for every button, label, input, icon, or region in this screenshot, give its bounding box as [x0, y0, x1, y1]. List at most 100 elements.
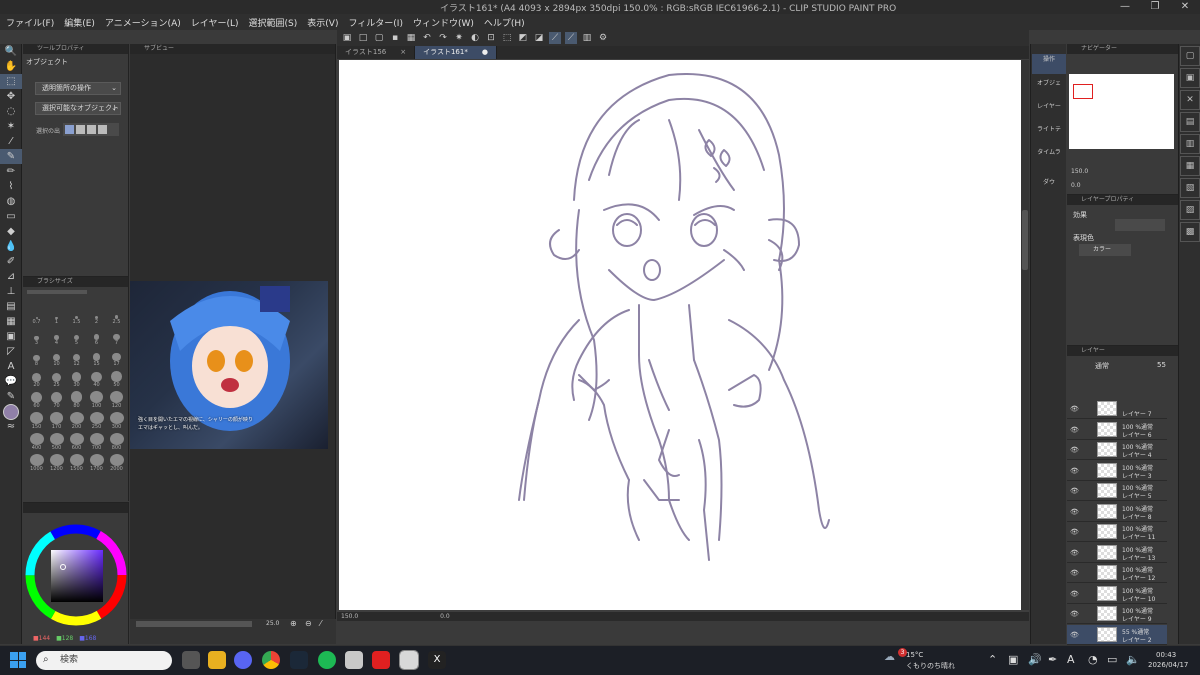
brush-size-option[interactable]: 60: [27, 391, 46, 409]
blend-mode-select[interactable]: 通常: [1095, 361, 1109, 371]
menu-selection[interactable]: 選択範囲(S): [249, 16, 298, 29]
eye-icon[interactable]: 👁: [1070, 528, 1079, 536]
menu-animation[interactable]: アニメーション(A): [105, 16, 181, 29]
minimize-button[interactable]: —: [1110, 0, 1140, 14]
brush-size-slider[interactable]: [27, 290, 87, 294]
deselect-icon[interactable]: ⬚: [501, 32, 513, 44]
brush-size-option[interactable]: 1.5: [67, 307, 86, 325]
effect-buttons[interactable]: [1115, 219, 1165, 231]
pencil-tool-icon[interactable]: ✏: [0, 164, 22, 179]
eye-icon[interactable]: 👁: [1070, 487, 1079, 495]
snap-ruler-icon[interactable]: ⟋: [549, 32, 561, 44]
taskbar-search[interactable]: 検索: [36, 651, 172, 670]
text-tool-icon[interactable]: A: [0, 359, 22, 374]
layer-row[interactable]: 👁 100 %通常 レイヤー 9: [1067, 604, 1167, 624]
layer-row[interactable]: 👁 100 %通常 レイヤー 10: [1067, 584, 1167, 604]
eye-icon[interactable]: 👁: [1070, 549, 1079, 557]
brush-size-option[interactable]: 70: [47, 391, 66, 409]
maximize-button[interactable]: ❐: [1140, 0, 1170, 14]
balloon-tool-icon[interactable]: 💬: [0, 374, 22, 389]
palette-lighttable[interactable]: ライトテ: [1032, 124, 1066, 144]
mode-icon[interactable]: [87, 125, 96, 134]
menu-window[interactable]: ウィンドウ(W): [413, 16, 474, 29]
clip-studio-paint-icon[interactable]: [399, 650, 419, 670]
clock-time[interactable]: 00:43: [1156, 651, 1176, 659]
menu-file[interactable]: ファイル(F): [6, 16, 54, 29]
subview-slider[interactable]: [136, 621, 252, 627]
brush-size-option[interactable]: 1700: [87, 454, 106, 472]
transform-icon[interactable]: ⊡: [485, 32, 497, 44]
eye-icon[interactable]: 👁: [1070, 467, 1079, 475]
ruler-tool-icon[interactable]: ◸: [0, 344, 22, 359]
main-color-swatch-icon[interactable]: [0, 403, 22, 420]
volume-icon[interactable]: 🔈: [1126, 653, 1140, 666]
tray-app-icon[interactable]: ▣: [1008, 653, 1018, 666]
eye-icon[interactable]: 👁: [1070, 590, 1079, 598]
selection-mode-buttons[interactable]: [63, 123, 119, 136]
drawing-canvas[interactable]: [339, 60, 1021, 610]
navigator-zoom[interactable]: 150.0: [1071, 168, 1088, 175]
settings-icon[interactable]: ⚙: [597, 32, 609, 44]
canvas-icon[interactable]: ▣: [341, 32, 353, 44]
menu-filter[interactable]: フィルター(I): [348, 16, 403, 29]
clip-studio-icon[interactable]: [345, 651, 363, 669]
window-icon[interactable]: ▨: [1180, 200, 1200, 220]
brush-size-option[interactable]: 15: [87, 349, 106, 367]
navigator-view-rect[interactable]: [1073, 84, 1093, 99]
spotify-icon[interactable]: [318, 651, 336, 669]
stamp-tool-icon[interactable]: ⊥: [0, 284, 22, 299]
brush-size-option[interactable]: 8: [27, 349, 46, 367]
brush-size-option[interactable]: 3: [27, 328, 46, 346]
close-icon[interactable]: ×: [400, 46, 406, 59]
chevron-up-icon[interactable]: ⌃: [988, 653, 997, 666]
brush-size-option[interactable]: 400: [27, 433, 46, 451]
start-icon[interactable]: [10, 652, 26, 668]
layer-row[interactable]: 👁 レイヤー 7: [1067, 399, 1167, 419]
youtube-app-icon[interactable]: [372, 651, 390, 669]
decoration-tool-icon[interactable]: ✐: [0, 254, 22, 269]
brush-size-option[interactable]: 6: [87, 328, 106, 346]
eye-icon[interactable]: 👁: [1070, 569, 1079, 577]
zoom-out-icon[interactable]: ⊖: [305, 619, 312, 628]
canvas-zoom-value[interactable]: 150.0: [341, 613, 358, 620]
menu-view[interactable]: 表示(V): [307, 16, 338, 29]
x-twitter-icon[interactable]: X: [428, 651, 446, 669]
brush-size-option[interactable]: 1000: [27, 454, 46, 472]
selectable-object-select[interactable]: 選択可能なオブジェクト ⌄: [35, 102, 121, 115]
brush-size-option[interactable]: 12: [67, 349, 86, 367]
canvas-vertical-scrollbar[interactable]: [1021, 60, 1029, 610]
pen-icon[interactable]: ✒: [1048, 653, 1057, 666]
brush-size-option[interactable]: 10: [47, 349, 66, 367]
crop-icon[interactable]: ◪: [533, 32, 545, 44]
network-icon[interactable]: ▭: [1107, 653, 1117, 666]
transparent-operation-select[interactable]: 透明箇所の操作 ⌄: [35, 82, 121, 95]
chrome-icon[interactable]: [262, 651, 280, 669]
invert-selection-icon[interactable]: ◩: [517, 32, 529, 44]
layer-row[interactable]: 👁 100 %通常 レイヤー 12: [1067, 563, 1167, 583]
brush-size-option[interactable]: 2000: [107, 454, 126, 472]
brush-size-option[interactable]: 1: [47, 307, 66, 325]
layer-row[interactable]: 👁 100 %通常 レイヤー 8: [1067, 502, 1167, 522]
navigator-angle[interactable]: 0.0: [1071, 182, 1081, 189]
window-icon[interactable]: ▦: [1180, 156, 1200, 176]
undo-icon[interactable]: ↶: [421, 32, 433, 44]
brush-size-option[interactable]: 40: [87, 370, 106, 388]
menu-layer[interactable]: レイヤー(L): [191, 16, 239, 29]
snap-special-icon[interactable]: ⟋: [565, 32, 577, 44]
brush-size-option[interactable]: 700: [87, 433, 106, 451]
canvas-angle-value[interactable]: 0.0: [440, 613, 450, 620]
brush-tool-icon[interactable]: ⌇: [0, 179, 22, 194]
blend-tool-icon[interactable]: 💧: [0, 239, 22, 254]
brush-size-option[interactable]: 0.7: [27, 307, 46, 325]
eye-icon[interactable]: 👁: [1070, 610, 1079, 618]
layer-row[interactable]: 👁 100 %通常 レイヤー 4: [1067, 440, 1167, 460]
zoom-in-icon[interactable]: ⊕: [290, 619, 297, 628]
reference-image[interactable]: 強く目を開いたエマの視線に、シャリーの顔が映り エマはギャッとし、叫んだ。: [130, 281, 328, 449]
mode-icon[interactable]: [98, 125, 107, 134]
clear-icon[interactable]: ✷: [453, 32, 465, 44]
window-icon[interactable]: ▥: [1180, 134, 1200, 154]
layer-row[interactable]: 👁 100 %通常 レイヤー 5: [1067, 481, 1167, 501]
magic-wand-tool-icon[interactable]: ✶: [0, 119, 22, 134]
brush-size-option[interactable]: 200: [67, 412, 86, 430]
brush-size-option[interactable]: 150: [27, 412, 46, 430]
